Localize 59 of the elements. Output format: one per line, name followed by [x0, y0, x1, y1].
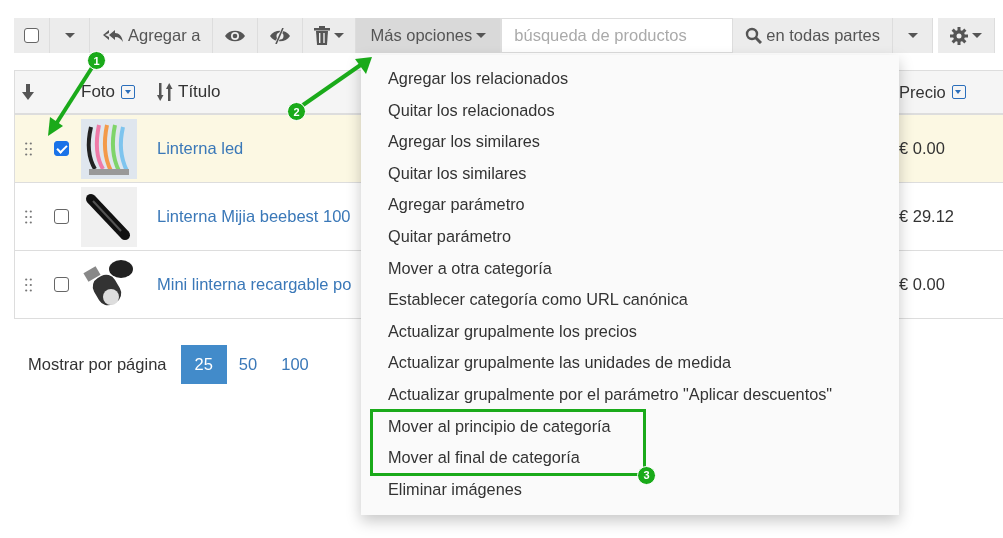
menu-item[interactable]: Quitar los relacionados	[388, 94, 555, 127]
menu-item[interactable]: Agregar los relacionados	[388, 63, 569, 95]
search-scope-button[interactable]: en todas partes	[733, 18, 894, 53]
trash-icon	[314, 26, 331, 45]
page-size-option[interactable]: 25	[180, 345, 227, 384]
settings-button[interactable]	[938, 18, 996, 53]
more-options-button[interactable]: Más opciones	[356, 18, 502, 53]
show-button[interactable]	[213, 18, 259, 53]
eye-slash-icon	[269, 27, 292, 44]
drag-handle-icon[interactable]	[24, 209, 32, 224]
menu-item[interactable]: Actualizar grupalmente las unidades de medida	[388, 347, 732, 379]
dropdown-icon[interactable]	[121, 85, 136, 99]
caret-icon	[972, 33, 983, 38]
row-checkbox[interactable]	[53, 277, 69, 292]
menu-item[interactable]: Agregar los similares	[388, 126, 540, 158]
menu-item[interactable]: Quitar parámetro	[388, 220, 512, 253]
column-header: Precio	[899, 82, 946, 102]
select-all-checkbox[interactable]	[24, 28, 39, 43]
search-field[interactable]: búsqueda de productos	[501, 18, 734, 53]
menu-item[interactable]: Agregar parámetro	[388, 189, 525, 221]
sort-icon[interactable]	[157, 83, 173, 101]
caret-icon	[334, 33, 345, 38]
column-header: Foto	[81, 82, 116, 102]
row-checkbox[interactable]	[53, 141, 69, 156]
delete-button[interactable]	[303, 18, 357, 53]
menu-item[interactable]: Establecer categoría como URL canónica	[388, 284, 688, 316]
page-size-option[interactable]: 50	[226, 345, 270, 384]
caret-icon	[907, 33, 918, 38]
menu-item[interactable]: Mover al principio de categoría	[388, 410, 611, 443]
product-link[interactable]: Linterna Mijia beebest 100	[157, 207, 351, 226]
price-text: € 0.00	[899, 139, 945, 158]
product-link[interactable]: Mini linterna recargable po	[157, 275, 352, 294]
menu-item[interactable]: Actualizar grupalmente por el parámetro "Aplicar descuentos"	[388, 378, 833, 411]
scope-dropdown-button[interactable]	[893, 18, 934, 53]
drag-handle-icon[interactable]	[24, 277, 32, 292]
caret-icon	[64, 33, 75, 38]
product-link[interactable]: Linterna led	[157, 139, 244, 158]
drag-handle-icon[interactable]	[24, 141, 32, 156]
page-size-option[interactable]: 100	[269, 345, 321, 384]
menu-item[interactable]: Quitar los similares	[388, 157, 527, 190]
hide-button[interactable]	[258, 18, 304, 53]
reply-all-icon	[102, 28, 124, 43]
step-badge: 1	[87, 51, 106, 70]
price-text: € 0.00	[899, 275, 945, 294]
column-header: Título	[178, 82, 221, 102]
menu-item[interactable]: Mover a otra categoría	[388, 252, 552, 285]
menu-item[interactable]: Eliminar imágenes	[388, 473, 522, 506]
menu-item[interactable]: Mover al final de categoría	[388, 442, 580, 474]
menu-item[interactable]: Actualizar grupalmente los precios	[388, 315, 637, 348]
settings-icon	[950, 26, 969, 45]
sort-down-icon[interactable]	[22, 84, 34, 100]
dropdown-icon[interactable]	[951, 85, 966, 99]
price-text: € 29.12	[899, 207, 955, 226]
search-icon	[745, 27, 763, 44]
eye-icon	[224, 28, 247, 43]
add-to-button[interactable]: Agregar a	[90, 18, 214, 53]
page-size-label: Mostrar por página	[28, 355, 167, 374]
select-all-button[interactable]	[14, 18, 50, 53]
row-checkbox[interactable]	[53, 209, 69, 224]
